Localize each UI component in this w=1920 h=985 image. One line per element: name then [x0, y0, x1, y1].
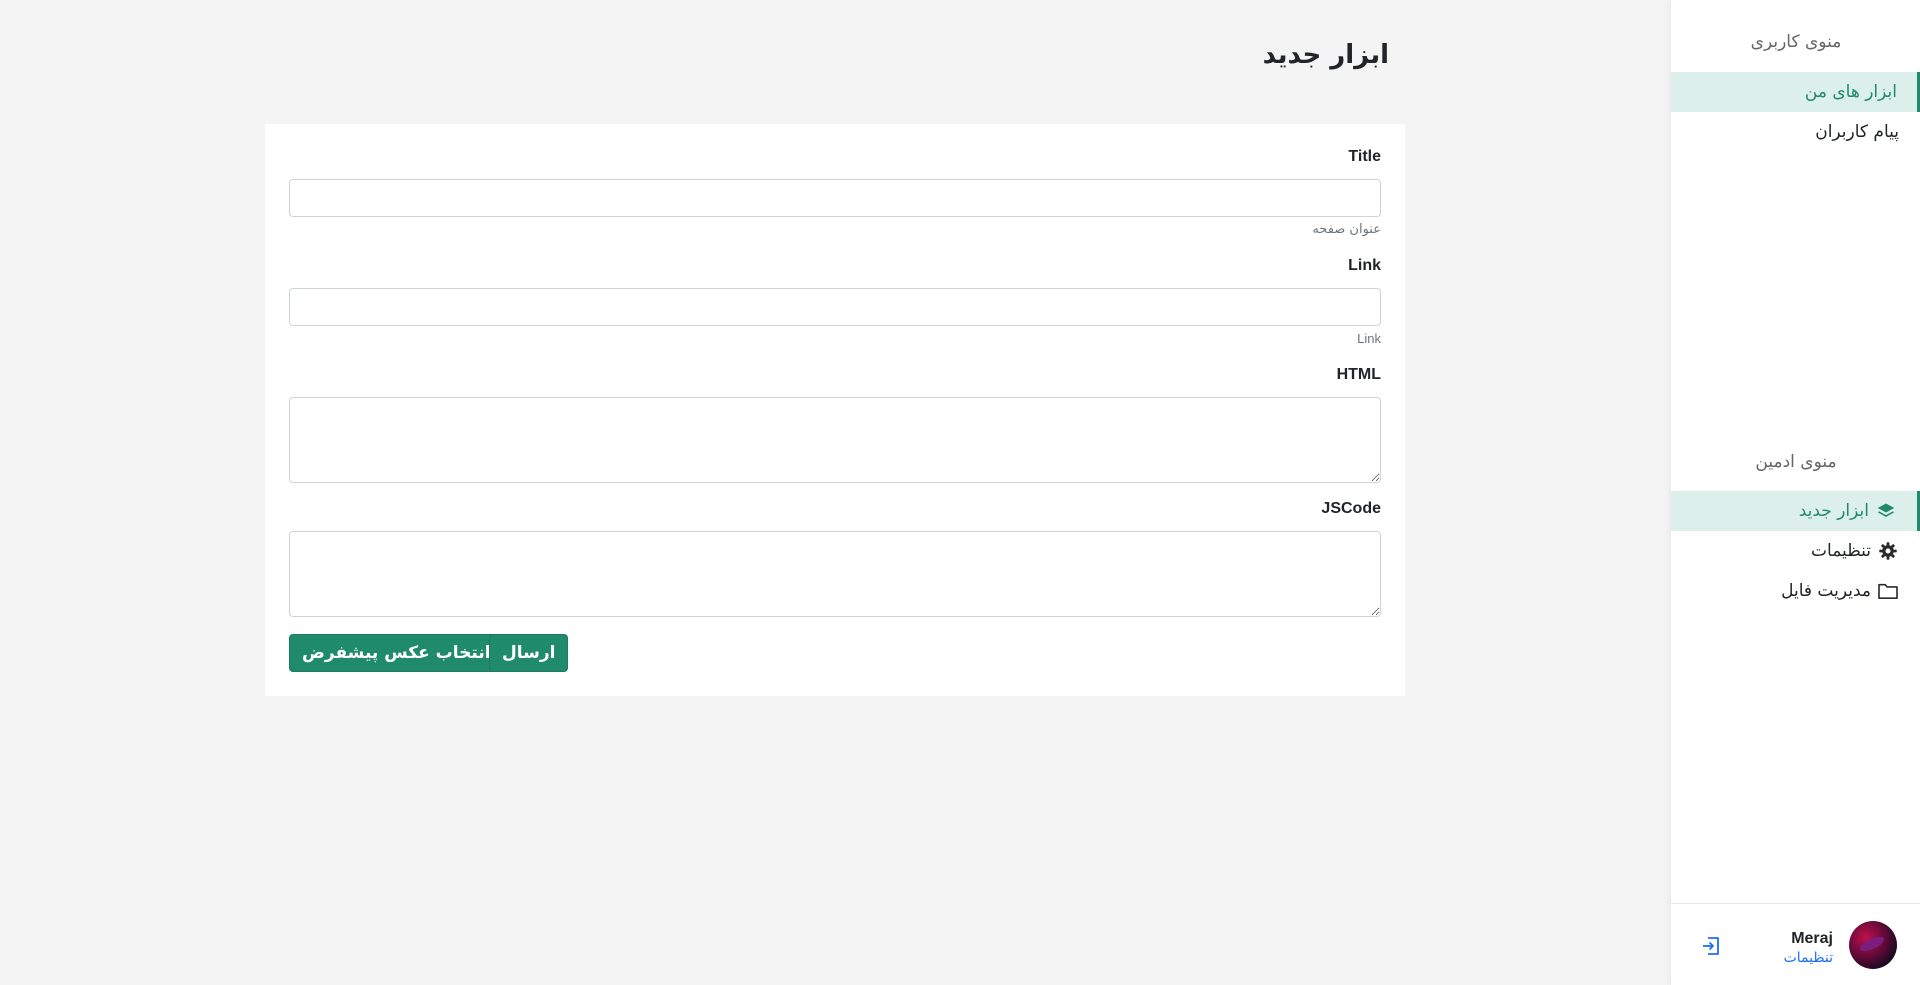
jscode-label: JSCode [1321, 500, 1381, 517]
gear-icon [1877, 540, 1899, 562]
link-help-text: Link [1357, 331, 1381, 346]
main-content: ابزار جدید Title عنوان صفحه Link Link HT… [0, 0, 1669, 985]
link-label: Link [1348, 257, 1381, 274]
layers-icon [1875, 500, 1897, 522]
user-name: Meraj [1791, 930, 1833, 947]
jscode-textarea[interactable] [289, 531, 1381, 617]
user-panel: Meraj تنظیمات [1671, 903, 1920, 985]
sidebar-item-user-messages[interactable]: پیام کاربران [1671, 112, 1920, 152]
sidebar-item-label: تنظیمات [1811, 541, 1871, 561]
sidebar-item-label: پیام کاربران [1815, 122, 1899, 142]
folder-icon [1877, 580, 1899, 602]
sidebar-item-settings[interactable]: تنظیمات [1671, 531, 1920, 571]
title-help-text: عنوان صفحه [1312, 222, 1381, 237]
html-label: HTML [1336, 366, 1381, 383]
html-textarea[interactable] [289, 397, 1381, 483]
avatar[interactable] [1849, 921, 1897, 969]
submit-button[interactable]: ارسال [489, 634, 569, 672]
title-input[interactable] [289, 179, 1381, 217]
new-tool-form: Title عنوان صفحه Link Link HTML JSCode ا… [265, 124, 1405, 696]
sidebar-item-file-manager[interactable]: مدیریت فایل [1671, 571, 1920, 611]
user-menu-heading: منوی کاربری [1750, 32, 1842, 52]
sidebar: منوی کاربری ابزار های من پیام کاربران من… [1670, 0, 1920, 985]
choose-default-image-button[interactable]: انتخاب عکس پیشفرض [289, 634, 504, 672]
link-input[interactable] [289, 288, 1381, 326]
page-title: ابزار جدید [1262, 40, 1389, 70]
sidebar-item-label: ابزار های من [1804, 82, 1897, 102]
sidebar-item-my-tools[interactable]: ابزار های من [1671, 72, 1920, 112]
sidebar-item-label: ابزار جدید [1798, 501, 1869, 521]
sidebar-item-new-tool[interactable]: ابزار جدید [1671, 491, 1920, 531]
sidebar-item-label: مدیریت فایل [1781, 581, 1871, 601]
admin-menu-heading: منوی ادمین [1755, 452, 1837, 472]
user-settings-link[interactable]: تنظیمات [1784, 950, 1833, 966]
logout-icon[interactable] [1699, 934, 1723, 958]
title-label: Title [1348, 148, 1381, 165]
